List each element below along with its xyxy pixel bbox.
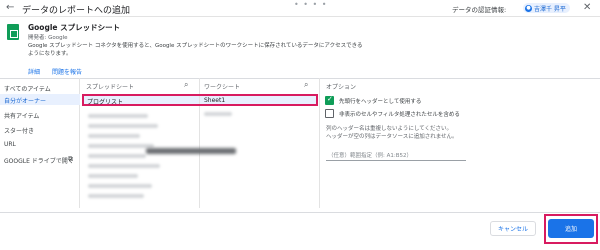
options-header: オプション [326,84,357,91]
list-item[interactable] [88,114,148,118]
search-icon[interactable]: ⌕ [184,80,188,90]
list-item[interactable] [88,164,160,168]
list-item[interactable] [88,154,146,158]
worksheet-name: Sheet1 [204,97,226,104]
credentials-label: データの認証情報: [452,6,507,14]
cancel-button[interactable]: キャンセル [490,221,536,236]
back-arrow-icon[interactable]: ← [6,2,14,13]
spreadsheet-name: プログリスト [87,99,124,106]
open-external-icon[interactable]: ⧉ [68,155,73,164]
drag-handle-icon[interactable]: • • • • [294,0,328,9]
dialog-title: データのレポートへの追加 [22,6,131,16]
sidebar-item-open-drive[interactable]: GOOGLE ドライブで開く [4,156,74,165]
range-input[interactable]: （任意）範囲指定（例: A1:B52） [326,149,466,161]
list-item[interactable] [204,112,232,116]
column-divider [319,78,320,208]
sidebar-item-starred[interactable]: スター付き [4,126,34,135]
sidebar-item-all[interactable]: すべてのアイテム [4,84,51,93]
header-note: 列のヘッダー名は重複しないようにしてください。 [326,126,453,132]
list-item[interactable] [146,148,236,154]
list-item[interactable] [88,144,154,148]
sidebar-item-url[interactable]: URL [4,141,16,148]
list-item[interactable] [88,184,152,188]
search-icon[interactable]: ⌕ [304,80,308,90]
list-item[interactable] [88,124,158,128]
list-item[interactable] [88,194,144,198]
spreadsheet-column-header: スプレッドシート [86,84,135,91]
close-icon[interactable]: ✕ [583,2,591,13]
range-placeholder: （任意）範囲指定（例: A1:B52） [328,153,412,159]
list-item[interactable] [88,174,138,178]
worksheet-column-header: ワークシート [204,84,241,91]
use-header-label: 先頭行をヘッダーとして使用する [339,99,422,105]
sidebar-item-shared[interactable]: 共有アイテム [4,111,39,120]
credentials-chip[interactable]: ● 吉澤千 昇平 [523,3,570,13]
details-link[interactable]: 詳細 [28,67,40,76]
connector-name: Google スプレッドシート [28,23,121,32]
credentials-user: 吉澤千 昇平 [534,5,566,13]
google-sheets-icon [7,24,19,40]
use-header-checkbox[interactable] [325,95,334,105]
include-hidden-checkbox[interactable] [325,109,334,118]
connector-developer: 開発者: Google [28,35,68,41]
report-issue-link[interactable]: 問題を報告 [52,67,82,76]
sidebar-item-label: 自分がオーナー [4,98,47,105]
add-data-dialog: ← データのレポートへの追加 • • • • データの認証情報: ● 吉澤千 昇… [0,0,600,250]
connector-description: Google スプレッドシート コネクタを使用すると、Google スプレッドシ… [28,43,363,57]
list-item[interactable] [88,134,140,138]
include-hidden-label: 非表示のセルやフィルタ処理されたセルを含める [339,112,460,118]
sidebar-item-owned[interactable]: 自分がオーナー [0,94,80,105]
avatar: ● [525,4,532,12]
header-note: ヘッダーが空の列はデータソースに追加されません。 [326,134,458,140]
add-button[interactable]: 追加 [548,219,594,238]
